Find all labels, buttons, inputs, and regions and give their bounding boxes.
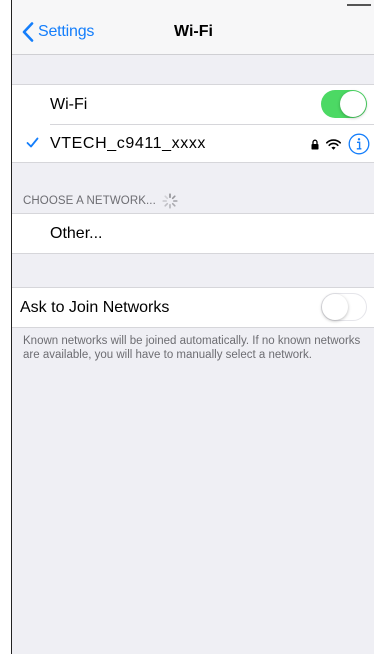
ask-to-join-footer: Known networks will be joined automatica… [23,335,361,361]
toggle-knob [322,294,348,320]
loading-spinner-icon [162,193,178,209]
status-bar [12,0,374,10]
network-status-icons [304,133,370,155]
wifi-settings-screen: Settings Wi-Fi Wi-Fi VTECH_c9411_xxxx CH… [11,0,374,654]
network-name: VTECH_c9411_xxxx [50,134,207,152]
wifi-toggle[interactable] [321,90,367,118]
other-network-label: Other... [50,224,103,242]
navigation-bar: Settings Wi-Fi [12,10,374,55]
lock-icon [311,139,319,149]
other-network-group: Other... [12,213,374,254]
ask-to-join-group: Ask to Join Networks [12,287,374,328]
choose-network-header: CHOOSE A NETWORK... [23,193,178,209]
wifi-toggle-row: Wi-Fi [12,85,374,124]
toggle-knob [340,91,366,117]
other-network-row[interactable]: Other... [12,214,374,253]
wifi-group: Wi-Fi VTECH_c9411_xxxx [12,84,374,163]
wifi-label: Wi-Fi [50,95,88,113]
ask-to-join-toggle[interactable] [321,293,367,321]
checkmark-icon [26,137,39,148]
choose-network-header-label: CHOOSE A NETWORK... [23,195,156,207]
ask-to-join-row: Ask to Join Networks [12,288,374,327]
ask-to-join-label: Ask to Join Networks [20,298,170,316]
page-title: Wi-Fi [174,23,213,40]
info-icon[interactable] [348,133,370,155]
connected-network-row[interactable]: VTECH_c9411_xxxx [12,124,374,163]
wifi-signal-icon [326,138,341,150]
